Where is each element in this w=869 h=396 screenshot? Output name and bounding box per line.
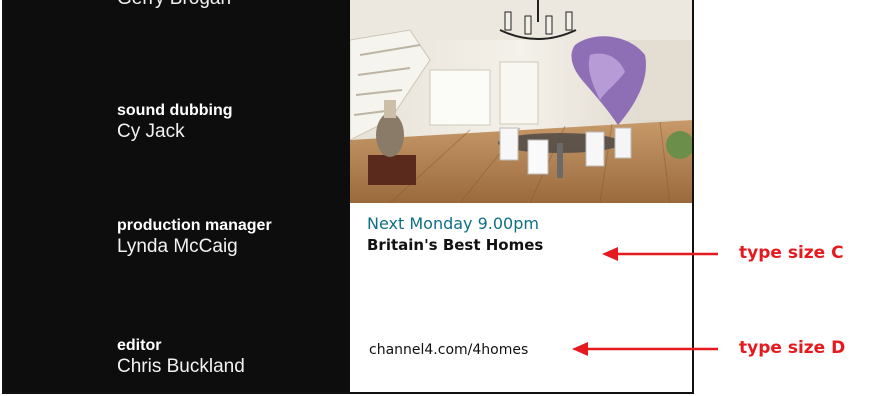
credit-name-cut-off: Gerry Brogan — [117, 0, 231, 10]
arrow-c — [602, 247, 718, 261]
promo-title: Britain's Best Homes — [367, 236, 544, 254]
credits-panel: Gerry Brogan sound dubbing Cy Jack produ… — [4, 0, 350, 392]
end-card-frame: Gerry Brogan sound dubbing Cy Jack produ… — [2, 0, 694, 394]
credit-name: Cy Jack — [117, 121, 185, 142]
interior-photo — [350, 0, 692, 203]
credit-editor: editor Chris Buckland — [117, 336, 245, 378]
label-type-size-c: type size C — [739, 243, 844, 263]
promo-time: Next Monday 9.00pm — [367, 214, 539, 233]
label-type-size-d: type size D — [739, 338, 846, 358]
credit-name: Lynda McCaig — [117, 236, 238, 257]
credit-role: editor — [117, 337, 162, 354]
credit-production-manager: production manager Lynda McCaig — [117, 216, 272, 258]
credit-name: Chris Buckland — [117, 356, 245, 377]
credit-role: sound dubbing — [117, 102, 233, 119]
promo-url: channel4.com/4homes — [369, 342, 529, 358]
arrow-d — [572, 342, 718, 356]
credit-sound-dubbing: sound dubbing Cy Jack — [117, 101, 233, 143]
credit-role: production manager — [117, 217, 272, 234]
